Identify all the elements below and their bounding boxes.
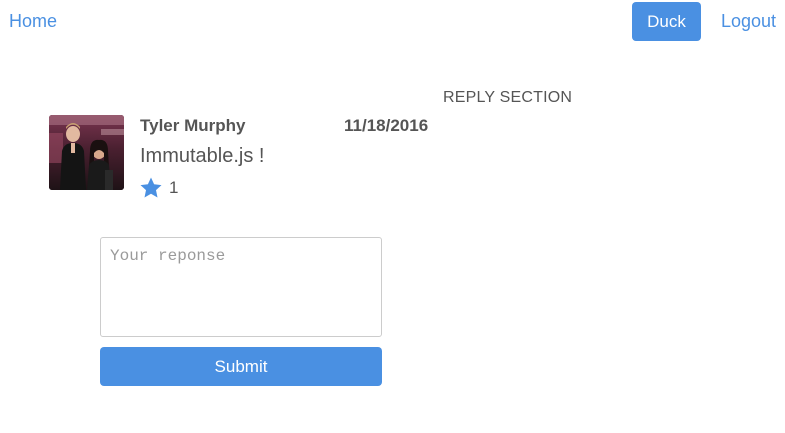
post-text: Immutable.js !: [140, 145, 265, 167]
avatar: [49, 115, 124, 190]
like-row: 1: [139, 176, 178, 200]
duck-button[interactable]: Duck: [632, 2, 701, 41]
avatar-photo: [49, 115, 124, 190]
reply-input[interactable]: [100, 237, 382, 337]
post-date: 11/18/2016: [344, 116, 429, 135]
logout-link[interactable]: Logout: [721, 11, 776, 32]
reply-section-title: REPLY SECTION: [443, 89, 573, 106]
author-name: Tyler Murphy: [140, 116, 246, 135]
submit-button[interactable]: Submit: [100, 347, 382, 386]
page: Home Duck Logout REPLY SECTION Tyler Mur…: [0, 0, 785, 433]
like-count: 1: [169, 178, 179, 197]
home-link[interactable]: Home: [9, 11, 57, 32]
star-icon[interactable]: [139, 176, 163, 200]
